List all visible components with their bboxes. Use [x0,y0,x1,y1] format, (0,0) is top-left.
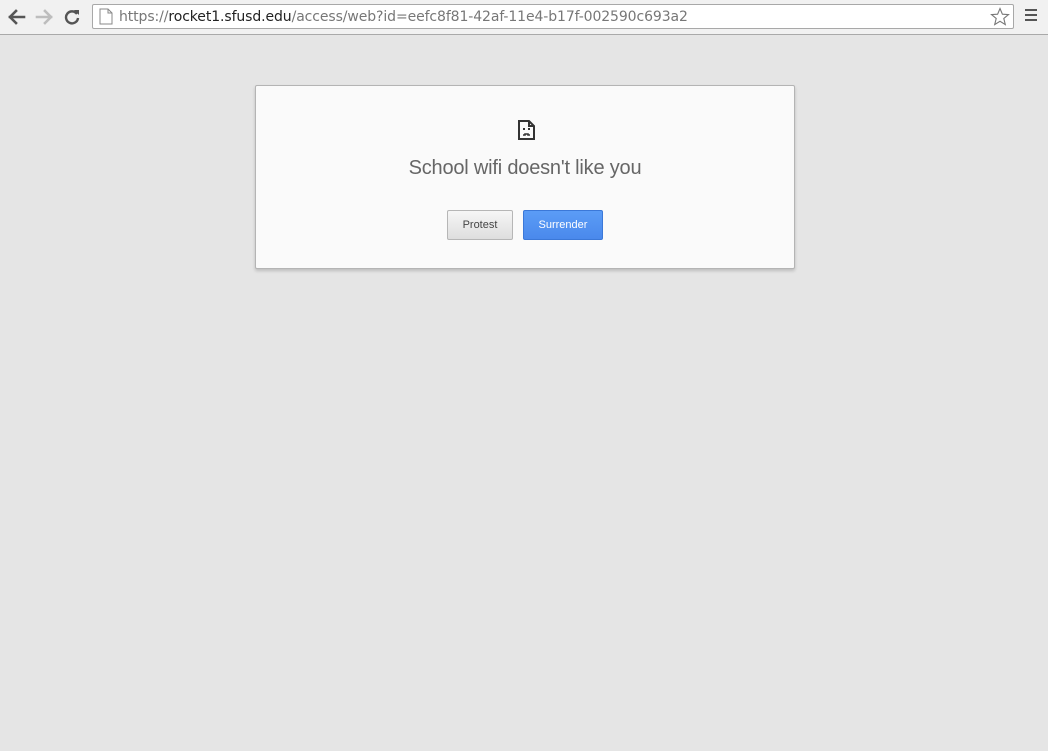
star-icon[interactable] [990,7,1010,27]
error-dialog: School wifi doesn't like you Protest Sur… [255,85,795,269]
forward-button[interactable] [33,6,55,28]
reload-icon [64,10,80,25]
arrow-left-icon [8,9,26,25]
hamburger-menu-icon[interactable] [1024,9,1038,25]
reload-button[interactable] [61,6,83,28]
back-button[interactable] [6,6,28,28]
url-text[interactable]: https://rocket1.sfusd.edu/access/web?id=… [119,8,688,27]
page-icon [99,8,113,25]
sad-page-icon [518,120,535,140]
browser-toolbar: https://rocket1.sfusd.edu/access/web?id=… [0,0,1048,35]
address-bar[interactable]: https://rocket1.sfusd.edu/access/web?id=… [92,4,1014,29]
url-host: rocket1.sfusd.edu [168,9,292,25]
dialog-title: School wifi doesn't like you [408,157,642,179]
protest-button[interactable]: Protest [447,210,513,240]
url-prefix: https:// [119,9,169,25]
url-path: /access/web?id=eefc8f81-42af-11e4-b17f-0… [291,9,688,25]
surrender-button[interactable]: Surrender [523,210,603,240]
arrow-right-icon [35,9,53,25]
